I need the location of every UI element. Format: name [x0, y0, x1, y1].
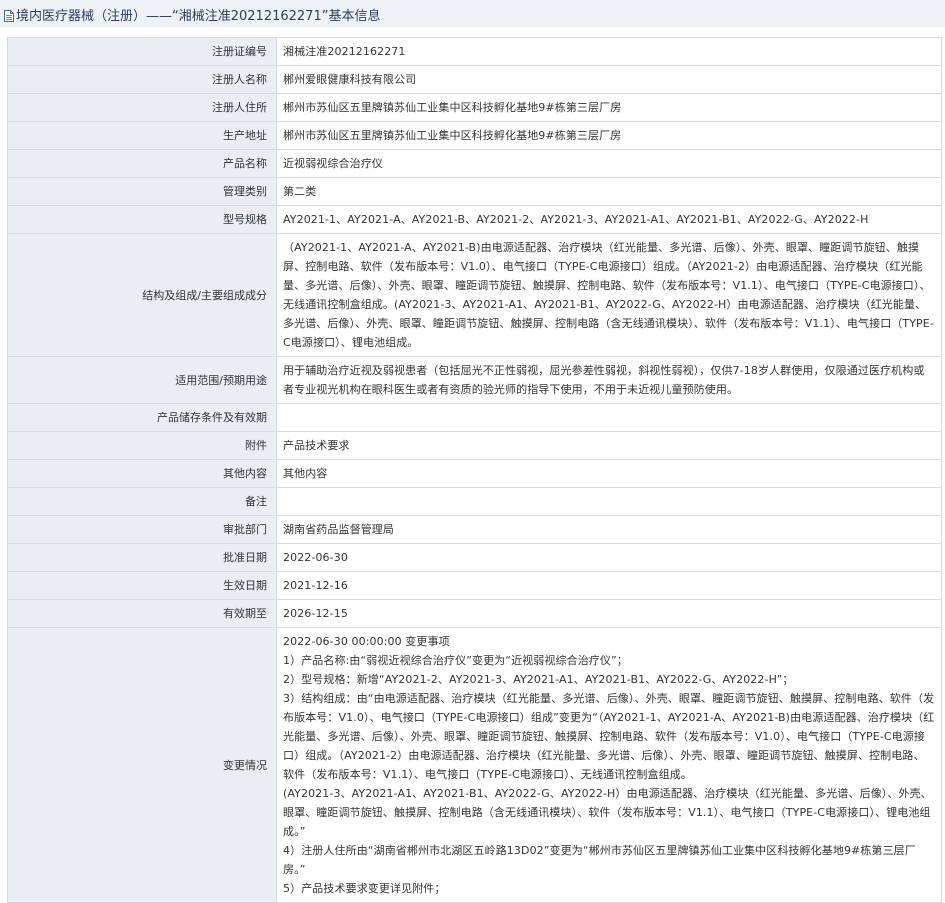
page-title: 境内医疗器械（注册）——“湘械注准20212162271”基本信息	[16, 9, 381, 24]
row-label: 批准日期	[7, 543, 277, 572]
row-value: 郴州爱眼健康科技有限公司	[276, 65, 942, 94]
row-label: 产品储存条件及有效期	[7, 403, 277, 432]
row-label: 注册证编号	[7, 37, 277, 66]
row-label: 变更情况	[7, 627, 277, 903]
document-icon	[4, 10, 14, 22]
change-log-line: 2022-06-30 00:00:00 变更事项	[283, 635, 450, 648]
row-label: 注册人名称	[7, 65, 277, 94]
table-row: 生效日期 2021-12-16	[7, 571, 942, 600]
row-label: 生产地址	[7, 121, 277, 150]
row-label: 备注	[7, 487, 277, 516]
table-row: 产品名称 近视弱视综合治疗仪	[7, 149, 942, 178]
change-log-line: 1）产品名称:由“弱视近视综合治疗仪”变更为“近视弱视综合治疗仪”；	[283, 654, 628, 667]
table-row: 有效期至 2026-12-15	[7, 599, 942, 628]
row-label: 注册人住所	[7, 93, 277, 122]
table-row: 注册人住所 郴州市苏仙区五里牌镇苏仙工业集中区科技孵化基地9#栋第三层厂房	[7, 93, 942, 122]
change-log-line: 4）注册人住所由“湖南省郴州市北湖区五岭路13D02”变更为“郴州市苏仙区五里牌…	[283, 844, 916, 876]
table-row: 生产地址 郴州市苏仙区五里牌镇苏仙工业集中区科技孵化基地9#栋第三层厂房	[7, 121, 942, 150]
table-row: 型号规格 AY2021-1、AY2021-A、AY2021-B、AY2021-2…	[7, 205, 942, 234]
table-row: 审批部门 湖南省药品监督管理局	[7, 515, 942, 544]
row-value: 2021-12-16	[276, 571, 942, 600]
table-row: 其他内容 其他内容	[7, 459, 942, 488]
row-label: 适用范围/预期用途	[7, 356, 277, 404]
row-value	[276, 487, 942, 516]
table-row: 附件 产品技术要求	[7, 431, 942, 460]
row-value: 产品技术要求	[276, 431, 942, 460]
row-label: 有效期至	[7, 599, 277, 628]
row-label: 型号规格	[7, 205, 277, 234]
change-log-line: 2）型号规格：新增“AY2021-2、AY2021-3、AY2021-A1、AY…	[283, 673, 794, 686]
row-label: 附件	[7, 431, 277, 460]
row-value: 郴州市苏仙区五里牌镇苏仙工业集中区科技孵化基地9#栋第三层厂房	[276, 93, 942, 122]
row-label: 产品名称	[7, 149, 277, 178]
row-value: 2026-12-15	[276, 599, 942, 628]
row-value: 郴州市苏仙区五里牌镇苏仙工业集中区科技孵化基地9#栋第三层厂房	[276, 121, 942, 150]
change-log-line: 5）产品技术要求变更详见附件；	[283, 882, 446, 895]
change-log-line: 3）结构组成：由“由电源适配器、治疗模块（红光能量、多光谱、后像）、外壳、眼罩、…	[283, 692, 935, 781]
row-value: 2022-06-30	[276, 543, 942, 572]
table-row: 管理类别 第二类	[7, 177, 942, 206]
row-label: 结构及组成/主要组成成分	[7, 233, 277, 357]
change-log-line: (AY2021-3、AY2021-A1、AY2021-B1、AY2022-G、A…	[283, 787, 932, 838]
change-log: 2022-06-30 00:00:00 变更事项 1）产品名称:由“弱视近视综合…	[276, 627, 942, 903]
table-row: 变更情况 2022-06-30 00:00:00 变更事项 1）产品名称:由“弱…	[7, 627, 942, 903]
row-value	[276, 403, 942, 432]
table-row: 产品储存条件及有效期	[7, 403, 942, 432]
table-row: 结构及组成/主要组成成分 （AY2021-1、AY2021-A、AY2021-B…	[7, 233, 942, 357]
table-row: 适用范围/预期用途 用于辅助治疗近视及弱视患者（包括屈光不正性弱视，屈光参差性弱…	[7, 356, 942, 404]
row-value: AY2021-1、AY2021-A、AY2021-B、AY2021-2、AY20…	[276, 205, 942, 234]
row-value: 湘械注准20212162271	[276, 37, 942, 66]
registration-info-table: 注册证编号 湘械注准20212162271 注册人名称 郴州爱眼健康科技有限公司…	[7, 37, 942, 903]
table-row: 注册人名称 郴州爱眼健康科技有限公司	[7, 65, 942, 94]
row-value: 用于辅助治疗近视及弱视患者（包括屈光不正性弱视，屈光参差性弱视，斜视性弱视），仅…	[276, 356, 942, 404]
page-title-bar: 境内医疗器械（注册）——“湘械注准20212162271”基本信息	[0, 0, 945, 27]
row-label: 其他内容	[7, 459, 277, 488]
table-row: 备注	[7, 487, 942, 516]
row-label: 审批部门	[7, 515, 277, 544]
row-value: 近视弱视综合治疗仪	[276, 149, 942, 178]
row-label: 生效日期	[7, 571, 277, 600]
row-label: 管理类别	[7, 177, 277, 206]
table-row: 批准日期 2022-06-30	[7, 543, 942, 572]
row-value: 第二类	[276, 177, 942, 206]
row-value: 湖南省药品监督管理局	[276, 515, 942, 544]
row-value: 其他内容	[276, 459, 942, 488]
row-value: （AY2021-1、AY2021-A、AY2021-B)由电源适配器、治疗模块（…	[276, 233, 942, 357]
table-row: 注册证编号 湘械注准20212162271	[7, 37, 942, 66]
